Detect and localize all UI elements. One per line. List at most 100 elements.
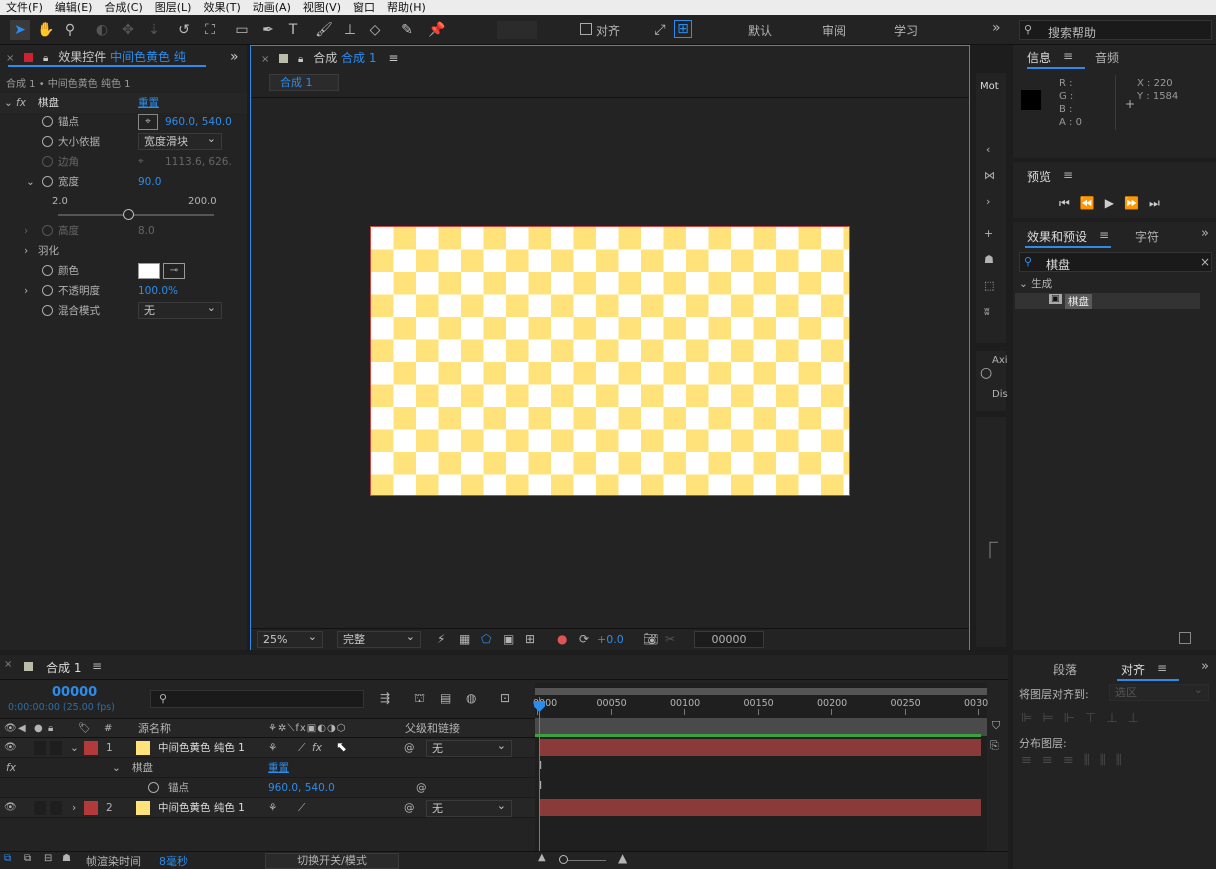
label-color-swatch[interactable] xyxy=(84,801,98,815)
zoom-dropdown[interactable]: 25% xyxy=(257,629,323,648)
puppet-pin-icon[interactable]: 📌 xyxy=(427,20,447,40)
region-of-interest-icon[interactable]: ▣ xyxy=(503,632,514,646)
prev-frame-icon[interactable]: ⏪ xyxy=(1080,196,1105,210)
close-tab-icon[interactable]: × xyxy=(6,53,14,64)
label-tag-icon[interactable]: 🏷︎ xyxy=(78,719,91,739)
eraser-tool-icon[interactable]: ◇ xyxy=(365,20,385,40)
parent-dropdown[interactable]: 无 xyxy=(426,738,512,757)
quality-switch-icon[interactable]: ⟋ xyxy=(298,798,305,818)
brush-tool-icon[interactable]: 🖌 xyxy=(314,20,334,40)
quality-switch-icon[interactable]: ⟋ xyxy=(298,738,305,758)
first-frame-icon[interactable]: ⏮ xyxy=(1059,196,1080,210)
sub-effect-reset[interactable]: 重置 xyxy=(268,758,289,778)
add-icon[interactable]: + xyxy=(984,227,993,240)
roto-brush-icon[interactable]: ✎ xyxy=(397,20,417,40)
pickwhip-icon[interactable]: @ xyxy=(404,738,415,758)
panel-overflow-icon[interactable]: » xyxy=(1201,659,1209,674)
next-frame-icon[interactable]: ⏩ xyxy=(1124,196,1149,210)
panel-overflow-icon[interactable]: » xyxy=(230,45,239,69)
expand-chevron-icon[interactable]: ⌄ xyxy=(70,738,79,758)
panel-menu-icon[interactable]: ≡ xyxy=(388,51,398,65)
prop-opacity-value[interactable]: 100.0% xyxy=(138,281,178,301)
selection-tool-icon[interactable]: ➤ xyxy=(10,20,30,40)
effect-reset-link[interactable]: 重置 xyxy=(138,93,159,113)
align-tab[interactable]: 对齐 xyxy=(1121,661,1145,678)
blend-dropdown[interactable]: 无 xyxy=(138,300,222,319)
dist-right-icon[interactable]: ⫼ xyxy=(1116,753,1132,768)
shy-switch-icon[interactable]: ⚘ xyxy=(268,738,277,758)
layer-switches-icon[interactable]: ⧉ xyxy=(4,853,11,864)
help-search-field[interactable]: ⚲ 搜索帮助 xyxy=(1019,20,1212,40)
paragraph-tab[interactable]: 段落 xyxy=(1053,661,1077,678)
quality-dropdown[interactable]: 完整 xyxy=(337,629,421,648)
solo-icon[interactable]: ● xyxy=(34,719,43,739)
effects-presets-tab[interactable]: 效果和预设 xyxy=(1027,228,1087,245)
expand-chevron-icon[interactable]: ⌄ xyxy=(4,93,13,113)
label-color-swatch[interactable] xyxy=(84,741,98,755)
expand-chevron-icon[interactable]: ⌄ xyxy=(1019,278,1028,290)
table-row[interactable]: 👁︎ › 2 中间色黄色 纯色 1 ⚘ ⟋ @ 无 xyxy=(0,798,535,818)
zoom-slider-thumb[interactable] xyxy=(559,855,568,864)
menu-effect[interactable]: 效果(T) xyxy=(197,0,246,15)
shy-switch-icon[interactable]: ⚘ xyxy=(268,798,277,818)
menu-composition[interactable]: 合成(C) xyxy=(98,0,148,15)
align-right-icon[interactable]: ⊩ xyxy=(1064,711,1085,726)
bounds-icon[interactable]: ⬚ xyxy=(984,279,994,292)
expand-chevron-icon[interactable]: › xyxy=(24,241,28,261)
panel-menu-icon[interactable]: ≡ xyxy=(1063,168,1073,182)
rectangle-tool-icon[interactable]: ▭ xyxy=(232,20,252,40)
panel-menu-icon[interactable]: ≡ xyxy=(1157,661,1167,675)
lock-icon[interactable]: 🔒︎ xyxy=(48,719,53,739)
expand-chevron-icon[interactable]: › xyxy=(24,221,28,241)
rotate-tool-icon[interactable]: ↺ xyxy=(174,20,194,40)
snap-checkbox[interactable] xyxy=(580,23,592,35)
size-dropdown[interactable]: 宽度滑块 xyxy=(138,131,222,150)
transfer-controls-icon[interactable]: ⧉ xyxy=(24,853,31,864)
composition-tab-name[interactable]: 合成 1 xyxy=(341,51,376,65)
expand-chevron-icon[interactable]: › xyxy=(72,798,76,818)
stopwatch-icon[interactable] xyxy=(42,285,53,296)
audio-tab[interactable]: 音频 xyxy=(1095,49,1119,66)
pen-tool-icon[interactable]: ✒ xyxy=(258,20,278,40)
character-tab[interactable]: 字符 xyxy=(1135,228,1159,245)
width-slider-thumb[interactable] xyxy=(123,209,135,220)
expand-chevron-icon[interactable]: ⌄ xyxy=(26,172,35,192)
stopwatch-icon[interactable] xyxy=(42,265,53,276)
menu-help[interactable]: 帮助(H) xyxy=(381,0,432,15)
layer-name[interactable]: 中间色黄色 纯色 1 xyxy=(158,798,245,818)
motion-blur-icon[interactable]: ◍ xyxy=(466,691,476,705)
in-out-icon[interactable]: ⊟ xyxy=(44,853,52,864)
pickwhip-icon[interactable]: @ xyxy=(404,798,415,818)
stopwatch-icon[interactable] xyxy=(148,782,159,793)
menu-view[interactable]: 视图(V) xyxy=(297,0,347,15)
effect-header-row[interactable]: ⌄ fx 棋盘 重置 xyxy=(0,93,247,113)
anchor-tool-icon[interactable]: ⛶ xyxy=(200,20,220,40)
align-to-dropdown[interactable]: 选区 xyxy=(1109,682,1209,701)
eye-icon[interactable]: 👁︎ xyxy=(4,798,17,818)
fast-preview-icon[interactable]: ⚡ xyxy=(437,632,445,646)
panel-menu-icon[interactable]: ≡ xyxy=(1099,228,1109,242)
effects-search-field[interactable]: ⚲ 棋盘 × xyxy=(1019,252,1212,272)
chevron-right-icon[interactable]: › xyxy=(986,195,990,208)
snap-edge-icon[interactable]: ⤢ xyxy=(650,20,670,40)
viewer-timecode[interactable]: 00000 xyxy=(694,631,764,648)
menu-window[interactable]: 窗口 xyxy=(347,0,381,15)
time-ruler[interactable]: 0000 00050 00100 00150 00200 00250 0030 xyxy=(533,697,988,715)
pan-camera-icon[interactable]: ✥ xyxy=(118,20,138,40)
timeline-tab[interactable]: 合成 1 xyxy=(46,659,81,676)
snap-feature-icon[interactable]: ⊞ xyxy=(674,20,692,38)
align-left-icon[interactable]: ⊫ xyxy=(1021,711,1042,726)
close-tab-icon[interactable]: × xyxy=(4,659,12,670)
play-icon[interactable]: ▶ xyxy=(1105,196,1124,210)
work-area-bar[interactable] xyxy=(535,688,987,695)
align-top-icon[interactable]: ⊤ xyxy=(1085,711,1106,726)
effect-controls-tab[interactable]: 效果控件 xyxy=(58,50,106,64)
menu-edit[interactable]: 编辑(E) xyxy=(49,0,99,15)
eyedropper-icon[interactable]: ⊸ xyxy=(163,263,185,279)
composition-tab-prefix[interactable]: 合成 xyxy=(313,51,337,65)
workspace-review[interactable]: 审阅 xyxy=(822,22,846,39)
workspace-learn[interactable]: 学习 xyxy=(894,22,918,39)
draft-3d-icon[interactable]: ⛫ xyxy=(414,691,425,707)
zoom-tool-icon[interactable]: ⚲ xyxy=(60,20,80,40)
workspace-overflow-icon[interactable]: » xyxy=(992,20,1001,36)
